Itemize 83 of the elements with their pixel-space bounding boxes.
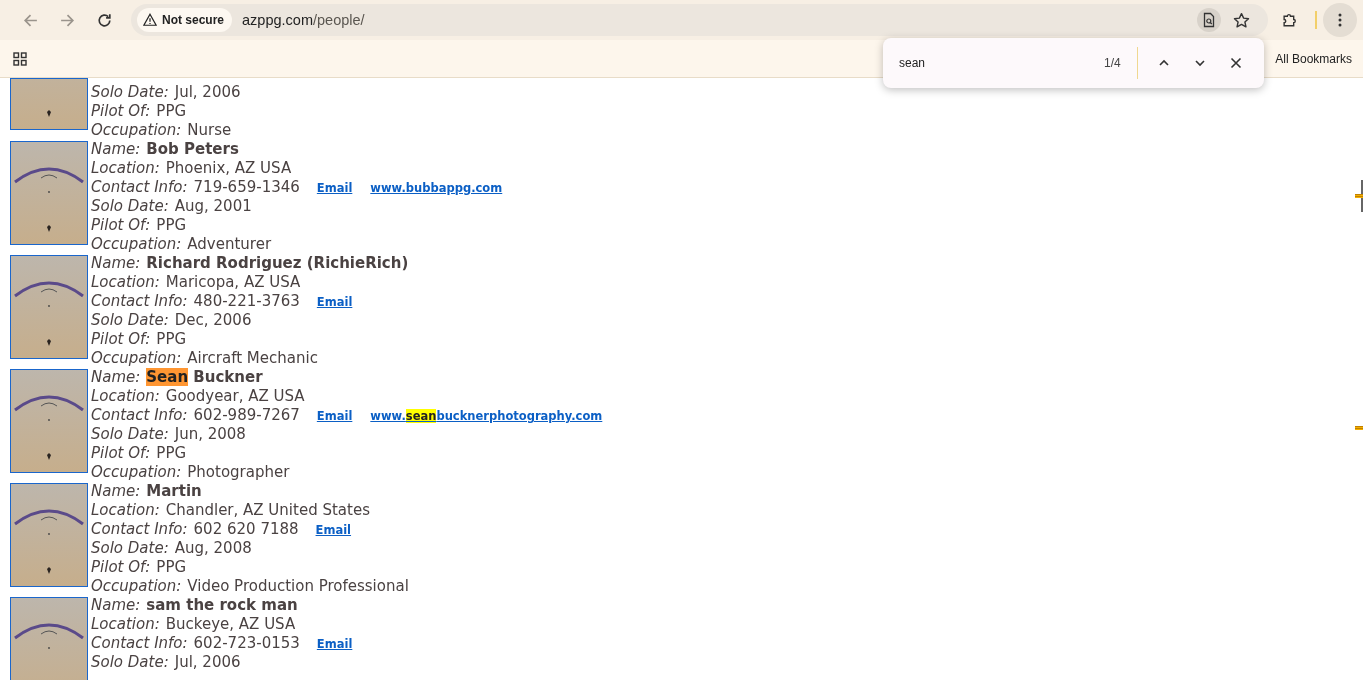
website-link[interactable]: www.seanbucknerphotography.com [370,409,603,423]
field-value: Phoenix, AZ USA [165,159,292,177]
field-value: Jul, 2006 [174,653,241,671]
field-label: Solo Date: [91,539,169,557]
field-value: 602-989-7267 [193,406,300,424]
field-value: PPG [156,444,187,462]
match-marker [1355,426,1363,430]
field-label: Name: [91,140,141,158]
match-marker [1355,194,1363,198]
field-label: Location: [91,501,160,519]
find-in-page-icon[interactable] [1197,8,1221,32]
address-bar[interactable]: Not secure azppg.com/people/ [131,4,1268,36]
field-value: Aug, 2008 [174,539,252,557]
field-label: Pilot Of: [91,444,151,462]
warning-icon [143,13,157,27]
field-value: PPG [156,558,187,576]
field-label: Occupation: [91,235,182,253]
field-label: Solo Date: [91,197,169,215]
person-name: sam the rock man [146,596,298,614]
url-text: azppg.com/people/ [242,12,365,28]
field-value: Aug, 2001 [174,197,252,215]
person-name: Bob Peters [146,140,239,158]
field-value: Adventurer [187,235,272,253]
field-value: Goodyear, AZ USA [165,387,305,405]
security-chip[interactable]: Not secure [137,8,233,32]
field-label: Solo Date: [91,83,169,101]
person-name: Richard Rodriguez (RichieRich) [146,254,409,272]
field-label: Occupation: [91,349,182,367]
all-bookmarks-button[interactable]: All Bookmarks [1275,51,1352,66]
field-label: Location: [91,387,160,405]
field-value: PPG [156,330,187,348]
person-name: Martin [146,482,202,500]
field-value: Aircraft Mechanic [187,349,318,367]
field-label: Contact Info: [91,634,188,652]
field-label: Name: [91,482,141,500]
field-label: Name: [91,254,141,272]
field-label: Solo Date: [91,311,169,329]
field-label: Pilot Of: [91,216,151,234]
email-link[interactable]: Email [316,295,353,309]
field-label: Location: [91,615,160,633]
email-link[interactable]: Email [316,637,353,651]
field-value: 719-659-1346 [193,178,300,196]
reload-icon[interactable] [96,11,113,29]
field-value: 480-221-3763 [193,292,300,310]
field-value: Dec, 2006 [174,311,252,329]
person-name: Sean Buckner [146,368,263,386]
apps-icon[interactable] [12,50,28,67]
field-value: Chandler, AZ United States [165,501,370,519]
field-label: Name: [91,368,141,386]
field-value: Jun, 2008 [174,425,246,443]
field-label: Solo Date: [91,425,169,443]
field-label: Location: [91,159,160,177]
field-label: Occupation: [91,121,182,139]
email-link[interactable]: Email [316,409,353,423]
field-label: Contact Info: [91,292,188,310]
field-value: Nurse [187,121,232,139]
field-label: Location: [91,273,160,291]
field-label: Occupation: [91,577,182,595]
field-label: Name: [91,596,141,614]
field-value: 602-723-0153 [193,634,300,652]
field-label: Pilot Of: [91,330,151,348]
email-link[interactable]: Email [316,181,353,195]
field-value: Photographer [187,463,290,481]
email-link[interactable]: Email [315,523,352,537]
website-link[interactable]: www.bubbappg.com [370,181,503,195]
field-value: Maricopa, AZ USA [165,273,301,291]
field-value: PPG [156,102,187,120]
star-icon[interactable] [1233,11,1250,29]
field-label: Pilot Of: [91,558,151,576]
field-label: Solo Date: [91,653,169,671]
field-value: Buckeye, AZ USA [165,615,296,633]
field-label: Occupation: [91,463,182,481]
field-value: Video Production Professional [187,577,409,595]
field-value: PPG [156,216,187,234]
puzzle-icon[interactable] [1282,11,1299,29]
field-label: Contact Info: [91,178,188,196]
match-count: 1/4 [1104,56,1121,70]
field-value: Jul, 2006 [174,83,241,101]
field-label: Pilot Of: [91,102,151,120]
field-value: 602 620 7188 [193,520,299,538]
field-label: Contact Info: [91,406,188,424]
field-label: Contact Info: [91,520,188,538]
find-field[interactable]: sean [899,56,1089,70]
